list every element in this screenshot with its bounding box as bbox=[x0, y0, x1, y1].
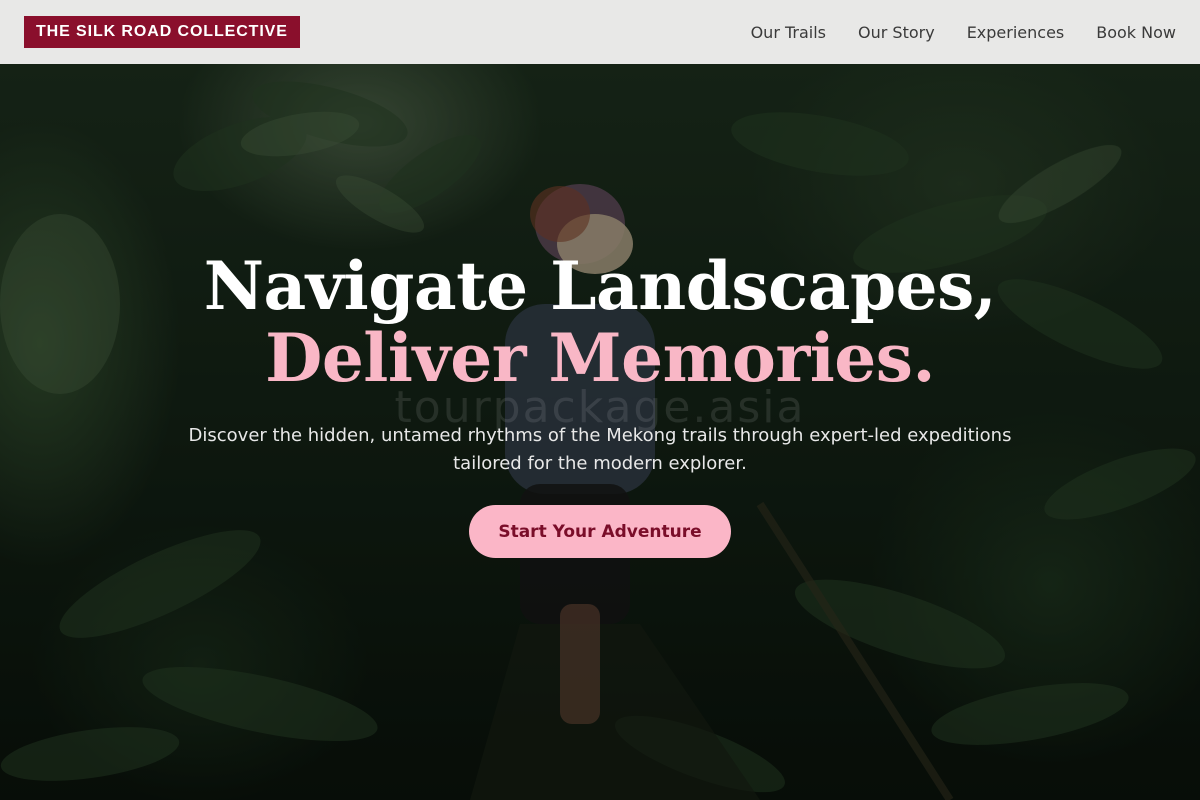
headline-line-1: Navigate Landscapes, bbox=[203, 247, 997, 325]
site-header: THE SILK ROAD COLLECTIVE Our Trails Our … bbox=[0, 0, 1200, 64]
headline-line-2: Deliver Memories. bbox=[265, 319, 935, 397]
hero-section: tourpackage.asia Navigate Landscapes, De… bbox=[0, 64, 1200, 800]
nav-item-our-story[interactable]: Our Story bbox=[858, 23, 935, 42]
hero-headline: Navigate Landscapes, Deliver Memories. bbox=[0, 250, 1200, 394]
main-nav: Our Trails Our Story Experiences Book No… bbox=[751, 23, 1176, 42]
nav-item-book-now[interactable]: Book Now bbox=[1096, 23, 1176, 42]
start-adventure-button[interactable]: Start Your Adventure bbox=[469, 505, 731, 558]
hero-subtext: Discover the hidden, untamed rhythms of … bbox=[188, 425, 1012, 474]
nav-item-experiences[interactable]: Experiences bbox=[967, 23, 1065, 42]
hero-content: Navigate Landscapes, Deliver Memories. D… bbox=[0, 64, 1200, 800]
nav-item-our-trails[interactable]: Our Trails bbox=[751, 23, 826, 42]
brand-logo[interactable]: THE SILK ROAD COLLECTIVE bbox=[24, 16, 300, 48]
